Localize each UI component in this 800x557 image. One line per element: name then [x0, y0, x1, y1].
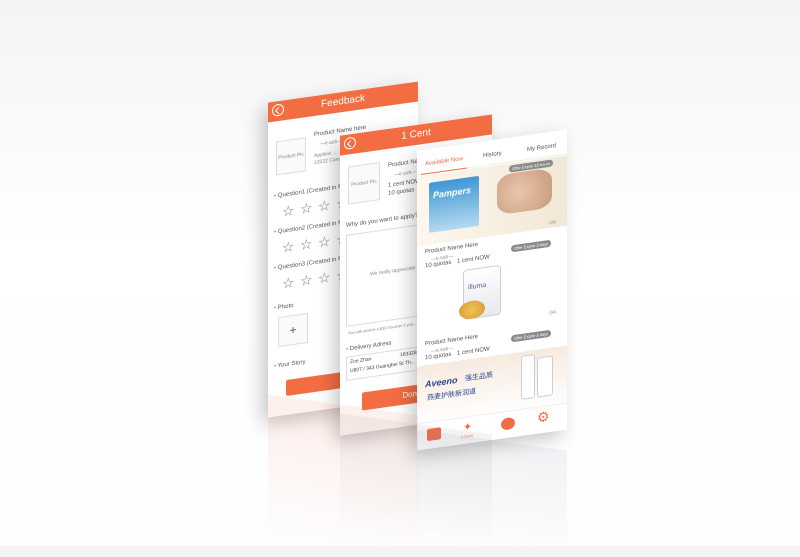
baby-photo: [497, 167, 552, 216]
aveeno-tagline: 强生品质: [465, 371, 493, 383]
cent-now: 1 cent NOW: [388, 178, 421, 189]
star-icon[interactable]: ☆: [282, 274, 295, 292]
feedback-title: Feedback: [321, 92, 365, 111]
star-icon[interactable]: ☆: [300, 235, 313, 253]
star-icon[interactable]: ☆: [282, 238, 295, 256]
illuma-logo: illuma: [468, 281, 487, 292]
feedback-header: Feedback: [268, 81, 418, 123]
chat-icon[interactable]: [501, 416, 515, 431]
back-icon[interactable]: [344, 136, 356, 151]
offer-count: (34): [549, 218, 557, 225]
story-label: • Your Story: [274, 359, 306, 370]
one-cent-title: 1 Cent: [401, 126, 431, 143]
star-icon[interactable]: ☆: [318, 233, 331, 251]
aveeno-tagline-2: 燕麦护肤新润道: [427, 388, 476, 403]
aveeno-bottle: [521, 353, 535, 400]
offer-quotas: 10 quotas: [425, 351, 452, 362]
tab-my-record[interactable]: My Record: [527, 143, 556, 153]
product-sub: —e.sub—: [394, 168, 417, 179]
add-photo-button[interactable]: +: [278, 312, 308, 348]
tab-available-now[interactable]: Available Now: [425, 156, 463, 167]
aveeno-bottle: [537, 355, 553, 398]
star-icon[interactable]: ☆: [318, 269, 331, 287]
photo-label: • Photo: [274, 302, 294, 312]
aveeno-logo: Aveeno: [425, 374, 458, 390]
star-icon[interactable]: ☆: [318, 197, 331, 215]
pampers-pack: Pampers: [429, 175, 479, 233]
product-sub: —e.sub—: [320, 138, 343, 148]
star-icon[interactable]: ☆: [282, 202, 295, 220]
offer-quotas: 10 quotas: [425, 259, 452, 270]
offer-expire-badge: Offer Expire 3 days: [511, 239, 552, 253]
offer-count: (34): [549, 308, 557, 315]
offer-cent-now: 1 cent NOW: [457, 346, 490, 357]
star-icon[interactable]: ☆: [300, 199, 313, 217]
reflection: [417, 429, 567, 557]
product-pic: Product Pic: [276, 137, 306, 176]
back-icon[interactable]: [272, 103, 284, 117]
offers-screen: Available Now History My Record Pampers …: [417, 129, 567, 451]
quotas: 10 quotas: [388, 187, 415, 197]
offer-expire-badge: Offer Expire 3 days: [511, 329, 552, 343]
product-pic: Product Pic: [348, 162, 380, 205]
offer-cent-now: 1 cent NOW: [457, 254, 490, 265]
pampers-logo: Pampers: [433, 184, 472, 201]
gear-icon[interactable]: ⚙: [537, 408, 550, 427]
tab-history[interactable]: History: [483, 151, 502, 160]
star-icon[interactable]: ☆: [300, 271, 313, 289]
